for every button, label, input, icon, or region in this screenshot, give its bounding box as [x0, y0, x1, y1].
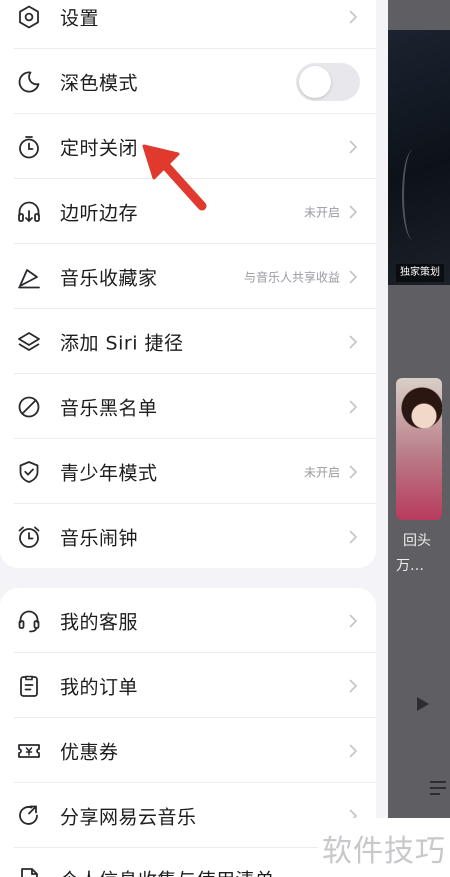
menu-item-teen-mode[interactable]: 青少年模式 未开启	[0, 439, 376, 504]
menu-item-label: 音乐收藏家	[60, 267, 158, 289]
menu-item-customer-service[interactable]: 我的客服	[0, 588, 376, 653]
play-icon[interactable]	[416, 696, 430, 712]
collector-icon	[16, 264, 42, 290]
menu-item-label: 音乐闹钟	[60, 527, 139, 549]
background-text-line1: 回头	[403, 533, 431, 549]
menu-item-label: 个人信息收集与使用清单	[60, 865, 275, 877]
settings-hex-icon	[16, 4, 42, 30]
menu-item-label: 音乐黑名单	[60, 397, 158, 419]
chevron-right-icon	[348, 269, 358, 284]
chevron-right-icon	[348, 204, 358, 219]
menu-item-label: 我的客服	[60, 611, 139, 633]
layers-icon	[16, 329, 42, 355]
background-photo[interactable]	[396, 378, 442, 520]
menu-item-label: 设置	[60, 7, 100, 29]
watermark: 软件技巧	[318, 818, 450, 877]
menu-item-music-blacklist[interactable]: 音乐黑名单	[0, 374, 376, 439]
chevron-right-icon	[348, 9, 358, 24]
menu-item-label: 边听边存	[60, 202, 139, 224]
toggle-knob	[299, 65, 331, 98]
alarm-clock-icon	[16, 524, 42, 550]
watermark-text: 软件技巧	[322, 834, 446, 869]
menu-item-label: 优惠券	[60, 741, 119, 763]
chevron-right-icon	[348, 334, 358, 349]
headphone-download-icon	[16, 199, 42, 225]
menu-item-music-alarm[interactable]: 音乐闹钟	[0, 504, 376, 569]
side-drawer: 设置 深色模式 定时关闭 边听边存 未开启 音乐收藏家 与音乐人共享收益 添加 …	[0, 0, 388, 877]
menu-item-status: 与音乐人共享收益	[243, 270, 340, 284]
annotation-arrow-icon	[142, 144, 207, 211]
shield-check-icon	[16, 459, 42, 485]
chevron-right-icon	[348, 399, 358, 414]
chevron-right-icon	[348, 743, 358, 758]
menu-item-label: 分享网易云音乐	[60, 806, 197, 828]
document-icon	[16, 866, 42, 877]
chevron-right-icon	[348, 464, 358, 479]
playlist-icon[interactable]	[426, 776, 450, 800]
menu-item-music-collector[interactable]: 音乐收藏家 与音乐人共享收益	[0, 244, 376, 309]
block-icon	[16, 394, 42, 420]
chevron-right-icon	[348, 529, 358, 544]
background-badge: 独家策划	[396, 264, 444, 282]
chevron-right-icon	[348, 678, 358, 693]
menu-item-my-orders[interactable]: 我的订单	[0, 653, 376, 718]
menu-item-label: 深色模式	[60, 72, 139, 94]
menu-item-siri-shortcut[interactable]: 添加 Siri 捷径	[0, 309, 376, 374]
chevron-right-icon	[348, 139, 358, 154]
menu-item-label: 我的订单	[60, 676, 139, 698]
menu-item-label: 添加 Siri 捷径	[60, 332, 184, 354]
timer-icon	[16, 134, 42, 160]
background-cover-image[interactable]	[388, 30, 450, 285]
menu-item-label: 定时关闭	[60, 137, 139, 159]
menu-item-settings[interactable]: 设置	[0, 0, 376, 49]
menu-item-status: 未开启	[303, 465, 340, 479]
background-text-line2: 万…	[396, 558, 424, 574]
clipboard-icon	[16, 673, 42, 699]
moon-icon	[16, 69, 42, 95]
chevron-right-icon	[348, 613, 358, 628]
menu-card-main: 设置 深色模式 定时关闭 边听边存 未开启 音乐收藏家 与音乐人共享收益 添加 …	[0, 0, 376, 568]
share-icon	[16, 803, 42, 829]
dark-mode-toggle[interactable]	[296, 62, 360, 101]
headset-icon	[16, 608, 42, 634]
menu-item-dark-mode: 深色模式	[0, 49, 376, 114]
coupon-icon	[16, 738, 42, 764]
menu-item-label: 青少年模式	[60, 462, 158, 484]
menu-item-status: 未开启	[303, 205, 340, 219]
menu-item-coupons[interactable]: 优惠券	[0, 718, 376, 783]
